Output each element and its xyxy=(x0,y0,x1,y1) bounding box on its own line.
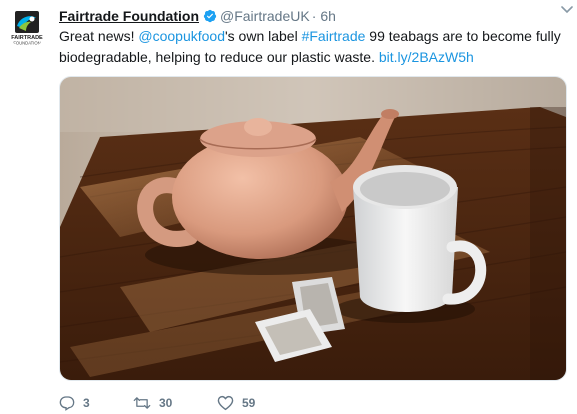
heart-icon xyxy=(217,395,234,411)
url-link[interactable]: bit.ly/2BAzW5h xyxy=(379,49,474,65)
teapot-cup-teabags-photo xyxy=(60,77,566,380)
tweet-photo[interactable] xyxy=(59,76,567,381)
tweet-action-bar: 3 30 59 xyxy=(59,392,479,414)
tweet-card[interactable]: FAIRTRADE FOUNDATION Fairtrade Foundatio… xyxy=(0,0,577,413)
reply-button[interactable]: 3 xyxy=(59,395,133,411)
like-count: 59 xyxy=(242,396,256,410)
mention-link[interactable]: @coopukfood xyxy=(138,28,225,44)
like-button[interactable]: 59 xyxy=(217,395,297,411)
tweet-text-prefix: Great news! xyxy=(59,28,139,44)
tweet-timestamp[interactable]: 6h xyxy=(320,8,336,24)
tweet-text: Great news! @coopukfood's own label #Fai… xyxy=(59,26,569,68)
tweet-text-mid: 's own label xyxy=(224,28,302,44)
verified-badge-icon xyxy=(203,9,217,23)
retweet-count: 30 xyxy=(159,396,173,410)
avatar[interactable]: FAIRTRADE FOUNDATION xyxy=(6,6,48,48)
account-name[interactable]: Fairtrade Foundation xyxy=(59,8,199,24)
retweet-icon xyxy=(133,397,151,409)
retweet-button[interactable]: 30 xyxy=(133,395,217,411)
account-handle[interactable]: @FairtradeUK xyxy=(220,8,310,24)
hashtag-link[interactable]: #Fairtrade xyxy=(302,28,366,44)
chevron-down-icon[interactable] xyxy=(559,2,575,18)
fairtrade-logo-icon: FAIRTRADE FOUNDATION xyxy=(6,6,48,48)
tweet-header: Fairtrade Foundation @FairtradeUK · 6h xyxy=(59,6,567,26)
avatar-text-bottom: FOUNDATION xyxy=(13,41,40,46)
separator-dot: · xyxy=(311,8,317,24)
reply-icon xyxy=(59,396,75,411)
reply-count: 3 xyxy=(83,396,90,410)
